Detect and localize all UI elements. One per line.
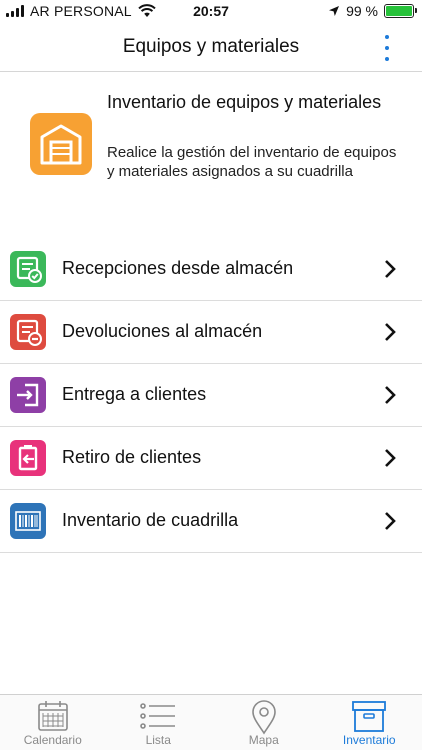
tab-mapa[interactable]: Mapa [211,695,317,750]
tab-calendario[interactable]: Calendario [0,695,106,750]
nav-header: Equipos y materiales [0,24,422,72]
intro-description: Realice la gestión del inventario de equ… [107,144,397,180]
intro-section: Inventario de equipos y materiales Reali… [0,73,422,238]
tab-label: Mapa [248,733,279,747]
menu-item-devoluciones[interactable]: Devoluciones al almacén [0,301,422,364]
warehouse-icon [30,113,92,175]
menu-item-label: Retiro de clientes [62,447,202,467]
status-bar: AR PERSONAL 20:57 99 % [0,0,422,24]
menu-item-label: Inventario de cuadrilla [62,510,239,530]
more-options-icon[interactable] [382,35,392,61]
tab-bar: Calendario Lista Mapa Inventario [0,694,422,750]
menu-item-entrega[interactable]: Entrega a clientes [0,364,422,427]
tab-inventario[interactable]: Inventario [317,695,422,750]
battery-percent: 99 % [346,3,378,19]
menu-item-inventario-cuadrilla[interactable]: Inventario de cuadrilla [0,490,422,553]
tab-label: Calendario [23,733,82,747]
menu-item-label: Entrega a clientes [62,384,207,404]
barcode-icon [10,503,46,539]
menu-list: Recepciones desde almacén Devoluciones a… [0,238,422,553]
list-icon [140,703,176,729]
inventory-box-icon [352,701,387,732]
menu-item-label: Devoluciones al almacén [62,321,263,341]
chevron-right-icon [385,260,396,278]
battery-fill [386,6,412,16]
calendar-icon [37,701,68,731]
menu-item-label: Recepciones desde almacén [62,258,294,278]
menu-item-retiro[interactable]: Retiro de clientes [0,427,422,490]
location-arrow-icon [329,6,340,16]
pickup-icon [10,440,46,476]
reception-icon [10,251,46,287]
tab-label: Inventario [342,733,396,747]
chevron-right-icon [385,323,396,341]
tab-label: Lista [145,733,171,747]
battery-icon [384,4,417,18]
delivery-icon [10,377,46,413]
status-right: 99 % [328,3,417,19]
page-title: Equipos y materiales [122,36,300,57]
chevron-right-icon [385,449,396,467]
chevron-right-icon [385,386,396,404]
menu-item-recepciones[interactable]: Recepciones desde almacén [0,238,422,301]
chevron-right-icon [385,512,396,530]
return-icon [10,314,46,350]
intro-title: Inventario de equipos y materiales [107,92,382,112]
map-pin-icon [251,700,276,735]
tab-lista[interactable]: Lista [106,695,212,750]
